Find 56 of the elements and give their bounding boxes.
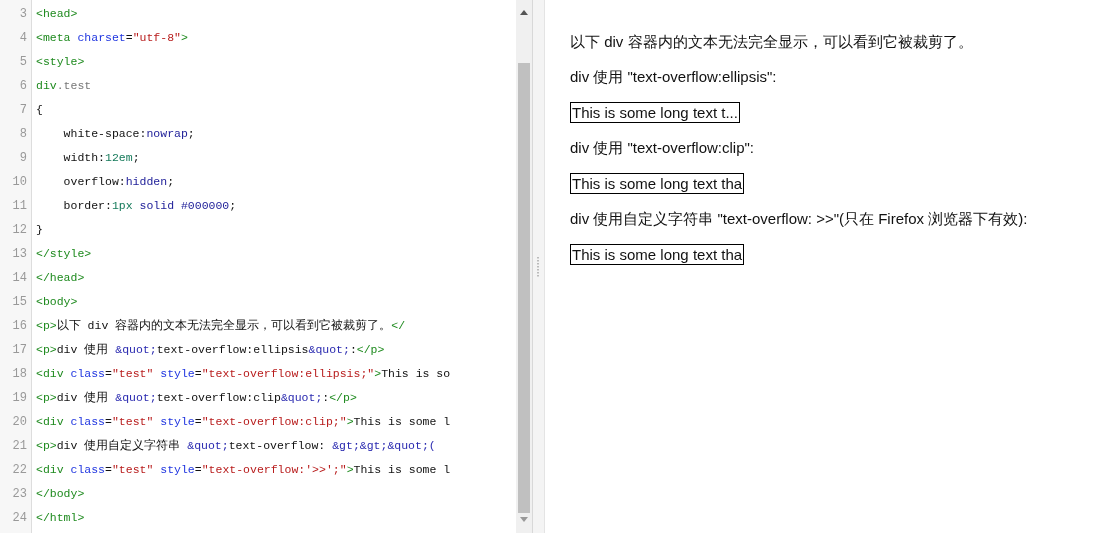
line-number: 17 [12,342,27,359]
line-number: 14 [12,270,27,287]
code-line: <div class="test" style="text-overflow:ellipsis;">This is so [36,366,451,383]
code-line: <head> [36,6,78,23]
text-box: This is some long text tha [570,244,745,265]
preview-paragraph: 以下 div 容器内的文本无法完全显示，可以看到它被裁剪了。 [570,32,974,52]
scrollbar[interactable] [516,0,532,533]
line-number: 4 [19,30,27,47]
line-number: 12 [12,222,27,239]
line-number: 8 [19,126,27,143]
line-number: 23 [12,486,27,503]
line-number: 7 [19,102,27,119]
line-number: 16 [12,318,27,335]
preview-paragraph: div 使用 "text-overflow:clip": [570,138,756,158]
line-number: 22 [12,462,27,479]
code-line: } [36,222,43,239]
code-line: <p>以下 div 容器内的文本无法完全显示，可以看到它被裁剪了。</ [36,318,406,335]
line-number: 21 [12,438,27,455]
preview-paragraph: div 使用 "text-overflow:ellipsis": [570,67,778,87]
code-line: width:12em; [62,150,140,167]
code-line: border:1px solid #000000; [62,198,237,215]
line-number: 20 [12,414,27,431]
code-line: </head> [36,270,85,287]
scrollbar-thumb[interactable] [518,63,530,513]
code-line: <meta charset="utf-8"> [36,30,188,47]
code-line: </html> [36,510,85,527]
code-line: <p>div 使用 &quot;text-overflow:ellipsis&quot;:</p> [36,342,385,359]
code-line: overflow:hidden; [62,174,175,191]
code-line: <style> [36,54,85,71]
line-number: 15 [12,294,27,311]
line-number: 24 [12,510,27,527]
line-number: 11 [12,198,27,215]
code-line: <p>div 使用自定义字符串 &quot;text-overflow: &gt;&gt;&quot;( [36,438,436,455]
line-number: 10 [12,174,27,191]
line-number: 6 [19,78,27,95]
code-line: <p>div 使用 &quot;text-overflow:clip&quot;:</p> [36,390,357,407]
line-number: 9 [19,150,27,167]
code-line: div.test [36,78,92,95]
scroll-down-icon[interactable] [520,517,528,522]
preview-paragraph: div 使用自定义字符串 "text-overflow: >>"(只在 Firefox 浏览器下有效): [570,209,1029,229]
code-line: { [36,102,43,119]
code-line: <div class="test" style="text-overflow:'>>';">This is some l [36,462,451,479]
line-number: 5 [19,54,27,71]
scroll-up-icon[interactable] [520,10,528,15]
code-line: <div class="test" style="text-overflow:clip;">This is some l [36,414,451,431]
code-line: white-space:nowrap; [62,126,195,143]
code-line: <body> [36,294,78,311]
code-line: </body> [36,486,85,503]
line-number: 3 [19,6,27,23]
text-box: This is some long text t... [570,102,740,123]
text-box: This is some long text tha [570,173,745,194]
splitter-handle-icon[interactable] [537,256,540,277]
code-line: </style> [36,246,92,263]
line-number: 18 [12,366,27,383]
line-number: 13 [12,246,27,263]
line-number: 19 [12,390,27,407]
